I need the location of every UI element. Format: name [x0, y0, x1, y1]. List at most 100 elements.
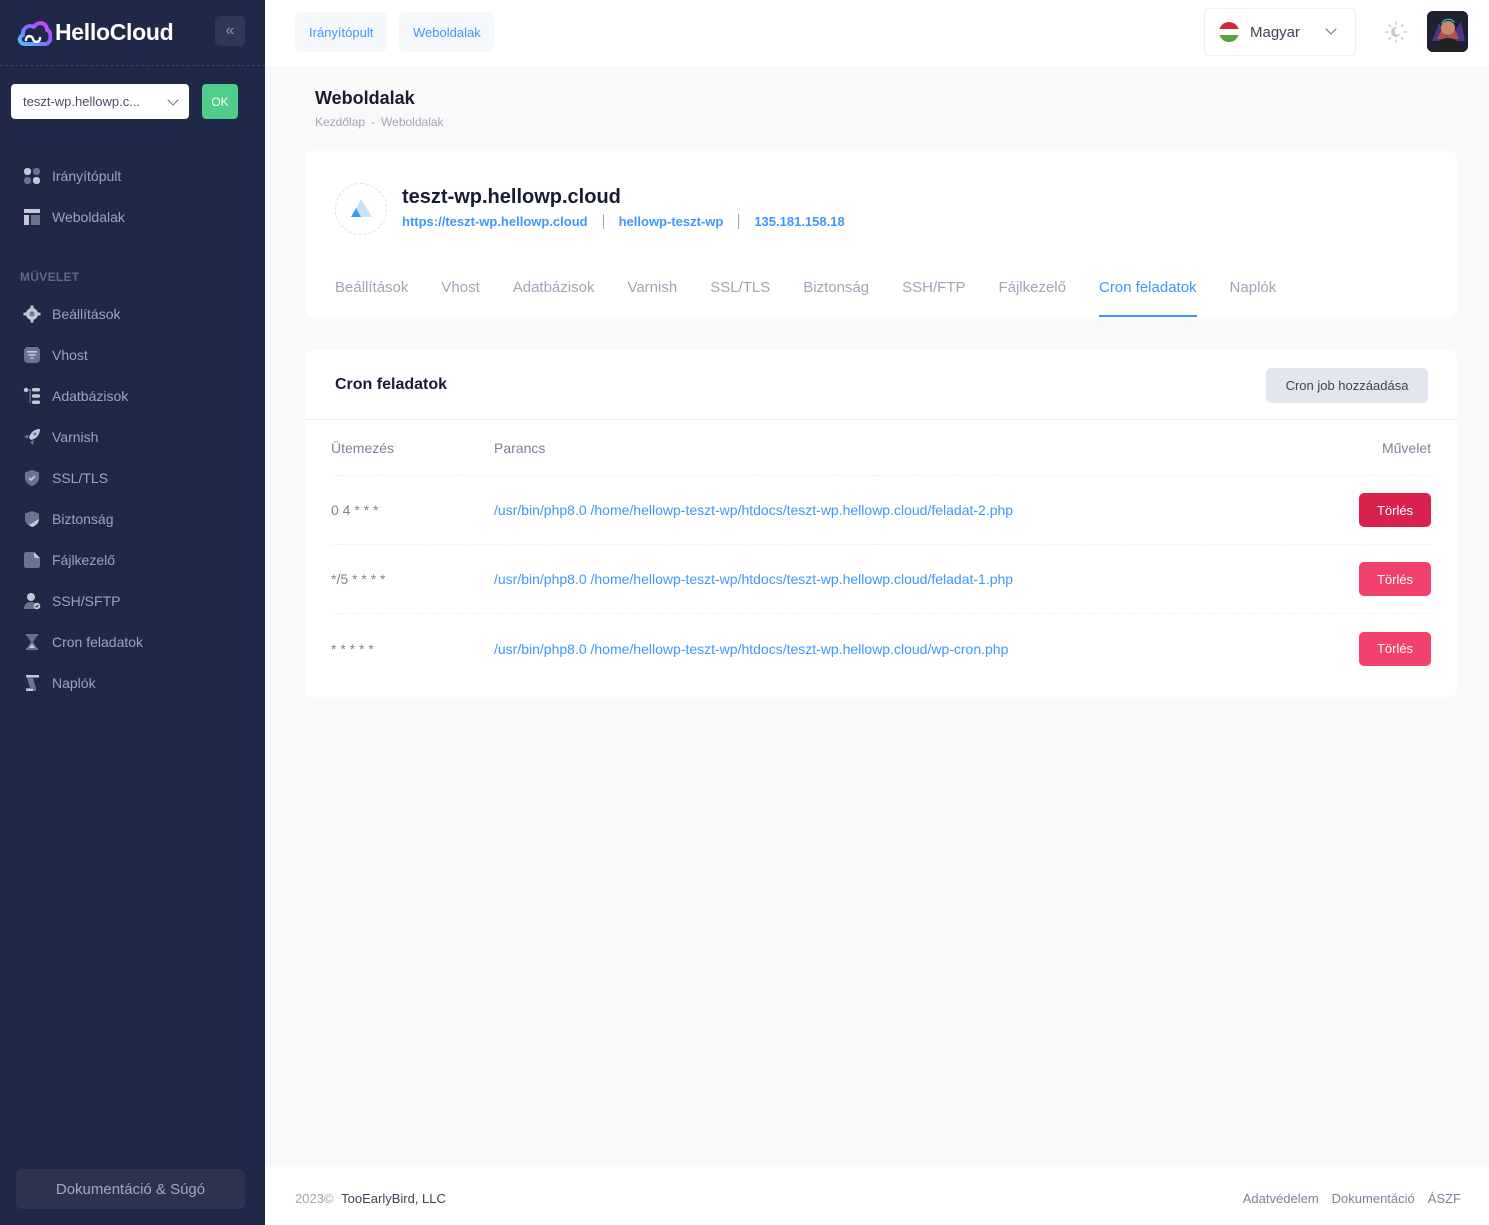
- theme-toggle-button[interactable]: [1384, 20, 1408, 44]
- footer-link-docs[interactable]: Dokumentáció: [1332, 1191, 1415, 1206]
- site-name: teszt-wp.hellowp.cloud: [402, 186, 621, 208]
- layout-icon: [23, 208, 41, 226]
- site-select-value: teszt-wp.hellowp.c...: [23, 94, 141, 109]
- user-avatar[interactable]: [1427, 11, 1468, 52]
- site-logo: [335, 183, 387, 235]
- footer-link-privacy[interactable]: Adatvédelem: [1243, 1191, 1319, 1206]
- chevron-down-icon: [167, 93, 179, 106]
- sidebar-item-label: Fájlkezelő: [52, 551, 116, 568]
- sidebar-item-ssl-tls[interactable]: SSL/TLS: [0, 457, 265, 498]
- tab-adatbazisok[interactable]: Adatbázisok: [513, 263, 595, 317]
- sidebar-item-label: Beállítások: [52, 305, 121, 322]
- cron-command-link[interactable]: /usr/bin/php8.0 /home/hellowp-teszt-wp/h…: [494, 571, 1013, 587]
- shield-check-icon: [23, 469, 41, 487]
- app-name: HelloCloud: [55, 19, 174, 45]
- footer-link-terms[interactable]: ÁSZF: [1428, 1191, 1461, 1206]
- cron-jobs-card: Cron feladatok Cron job hozzáadása Üteme…: [305, 350, 1457, 697]
- header-tab-weboldalak[interactable]: Weboldalak: [399, 12, 495, 52]
- cron-schedule: * * * * *: [331, 640, 374, 657]
- cron-command-link[interactable]: /usr/bin/php8.0 /home/hellowp-teszt-wp/h…: [494, 641, 1008, 657]
- sidebar: HelloCloud « teszt-wp.hellowp.c... OK Ir…: [0, 0, 265, 1225]
- table-row: * * * * * /usr/bin/php8.0 /home/hellowp-…: [331, 614, 1431, 683]
- company-link[interactable]: TooEarlyBird, LLC: [341, 1191, 446, 1206]
- rocket-icon: [23, 428, 41, 446]
- gear-icon: [23, 305, 41, 323]
- user-check-icon: [23, 592, 41, 610]
- column-header-command: Parancs: [494, 439, 546, 456]
- sidebar-item-label: Naplók: [52, 674, 96, 691]
- sidebar-item-varnish[interactable]: Varnish: [0, 416, 265, 457]
- documentation-help-button[interactable]: Dokumentáció & Súgó: [16, 1169, 245, 1209]
- sidebar-item-ssh-sftp[interactable]: SSH/SFTP: [0, 580, 265, 621]
- breadcrumb-home-link[interactable]: Kezdőlap: [315, 115, 365, 129]
- site-meta: https://teszt-wp.hellowp.cloud hellowp-t…: [402, 214, 845, 229]
- cron-schedule: 0 4 * * *: [331, 502, 379, 518]
- logo-row: HelloCloud «: [0, 0, 265, 66]
- delete-button[interactable]: Törlés: [1359, 562, 1431, 596]
- tab-cron-feladatok[interactable]: Cron feladatok: [1098, 263, 1197, 317]
- site-ip-link[interactable]: 135.181.158.18: [754, 214, 844, 229]
- table-row: 0 4 * * * /usr/bin/php8.0 /home/hellowp-…: [331, 476, 1431, 545]
- column-header-action: Művelet: [1381, 439, 1431, 456]
- sidebar-item-adatbazisok[interactable]: Adatbázisok: [0, 375, 265, 416]
- sidebar-item-fajlkezelo[interactable]: Fájlkezelő: [0, 539, 265, 580]
- site-select-row: teszt-wp.hellowp.c... OK: [11, 84, 238, 119]
- sidebar-item-biztonsag[interactable]: Biztonság: [0, 498, 265, 539]
- sidebar-item-weboldalak[interactable]: Weboldalak: [0, 196, 265, 237]
- tab-ssh-ftp[interactable]: SSH/FTP: [902, 263, 965, 317]
- tab-biztonsag[interactable]: Biztonság: [803, 263, 869, 317]
- site-overview-card: teszt-wp.hellowp.cloud https://teszt-wp.…: [305, 151, 1457, 317]
- breadcrumb-separator: -: [371, 115, 376, 129]
- tab-beallitasok[interactable]: Beállítások: [335, 263, 408, 317]
- sidebar-item-label: Cron feladatok: [52, 633, 144, 650]
- sidebar-nav: Irányítópult Weboldalak MŰVELET Beállítá…: [0, 155, 265, 703]
- site-url-link[interactable]: https://teszt-wp.hellowp.cloud: [402, 214, 588, 229]
- ok-button[interactable]: OK: [202, 84, 238, 119]
- cron-command-link[interactable]: /usr/bin/php8.0 /home/hellowp-teszt-wp/h…: [494, 502, 1013, 518]
- filter-icon: [23, 346, 41, 364]
- site-tabs: Beállítások Vhost Adatbázisok Varnish SS…: [335, 263, 1309, 317]
- shield-icon: [23, 510, 41, 528]
- add-cron-job-button[interactable]: Cron job hozzáadása: [1266, 368, 1428, 403]
- delete-button[interactable]: Törlés: [1359, 631, 1431, 666]
- top-header: Irányítópult Weboldalak Magyar: [265, 0, 1489, 66]
- scroll-icon: [23, 674, 41, 692]
- breadcrumb: Kezdőlap - Weboldalak: [315, 115, 444, 129]
- sidebar-item-label: Weboldalak: [52, 208, 125, 225]
- site-select[interactable]: teszt-wp.hellowp.c...: [11, 84, 189, 119]
- tab-fajlkezelo[interactable]: Fájlkezelő: [998, 263, 1066, 317]
- sun-moon-icon: [1385, 21, 1407, 43]
- sidebar-item-label: Varnish: [52, 428, 99, 445]
- cron-card-header: Cron feladatok Cron job hozzáadása: [305, 350, 1457, 420]
- tab-ssl-tls[interactable]: SSL/TLS: [710, 263, 770, 317]
- language-label: Magyar: [1250, 23, 1301, 41]
- sidebar-item-iranyitopult[interactable]: Irányítópult: [0, 155, 265, 196]
- collapse-sidebar-button[interactable]: «: [215, 16, 245, 46]
- delete-button[interactable]: Törlés: [1359, 493, 1431, 527]
- cron-card-title: Cron feladatok: [335, 376, 448, 393]
- sidebar-item-beallitasok[interactable]: Beállítások: [0, 293, 265, 334]
- cloud-logo-icon: [17, 20, 52, 46]
- header-tab-iranyitopult[interactable]: Irányítópult: [295, 12, 388, 52]
- site-user-link[interactable]: hellowp-teszt-wp: [619, 214, 724, 229]
- divider: [602, 214, 604, 229]
- sidebar-item-vhost[interactable]: Vhost: [0, 334, 265, 375]
- language-select[interactable]: Magyar: [1204, 8, 1356, 56]
- sidebar-item-naplok[interactable]: Naplók: [0, 662, 265, 703]
- hourglass-icon: [23, 633, 41, 651]
- sidebar-item-cron-feladatok[interactable]: Cron feladatok: [0, 621, 265, 662]
- sidebar-item-label: SSH/SFTP: [52, 592, 121, 609]
- table-header: Ütemezés Parancs Művelet: [331, 420, 1431, 476]
- file-icon: [23, 551, 41, 569]
- tab-varnish[interactable]: Varnish: [627, 263, 677, 317]
- tab-vhost[interactable]: Vhost: [441, 263, 479, 317]
- table-row: */5 * * * * /usr/bin/php8.0 /home/hellow…: [331, 545, 1431, 614]
- footer: 2023© TooEarlyBird, LLC Adatvédelem Doku…: [265, 1167, 1489, 1225]
- page-title: Weboldalak: [315, 88, 415, 108]
- sidebar-item-label: Biztonság: [52, 510, 114, 527]
- triangle-logo-icon: [351, 199, 372, 217]
- nav-section-heading: MŰVELET: [20, 270, 80, 284]
- column-header-schedule: Ütemezés: [331, 439, 395, 456]
- tab-naplok[interactable]: Naplók: [1230, 263, 1277, 317]
- sidebar-item-label: Adatbázisok: [52, 387, 129, 404]
